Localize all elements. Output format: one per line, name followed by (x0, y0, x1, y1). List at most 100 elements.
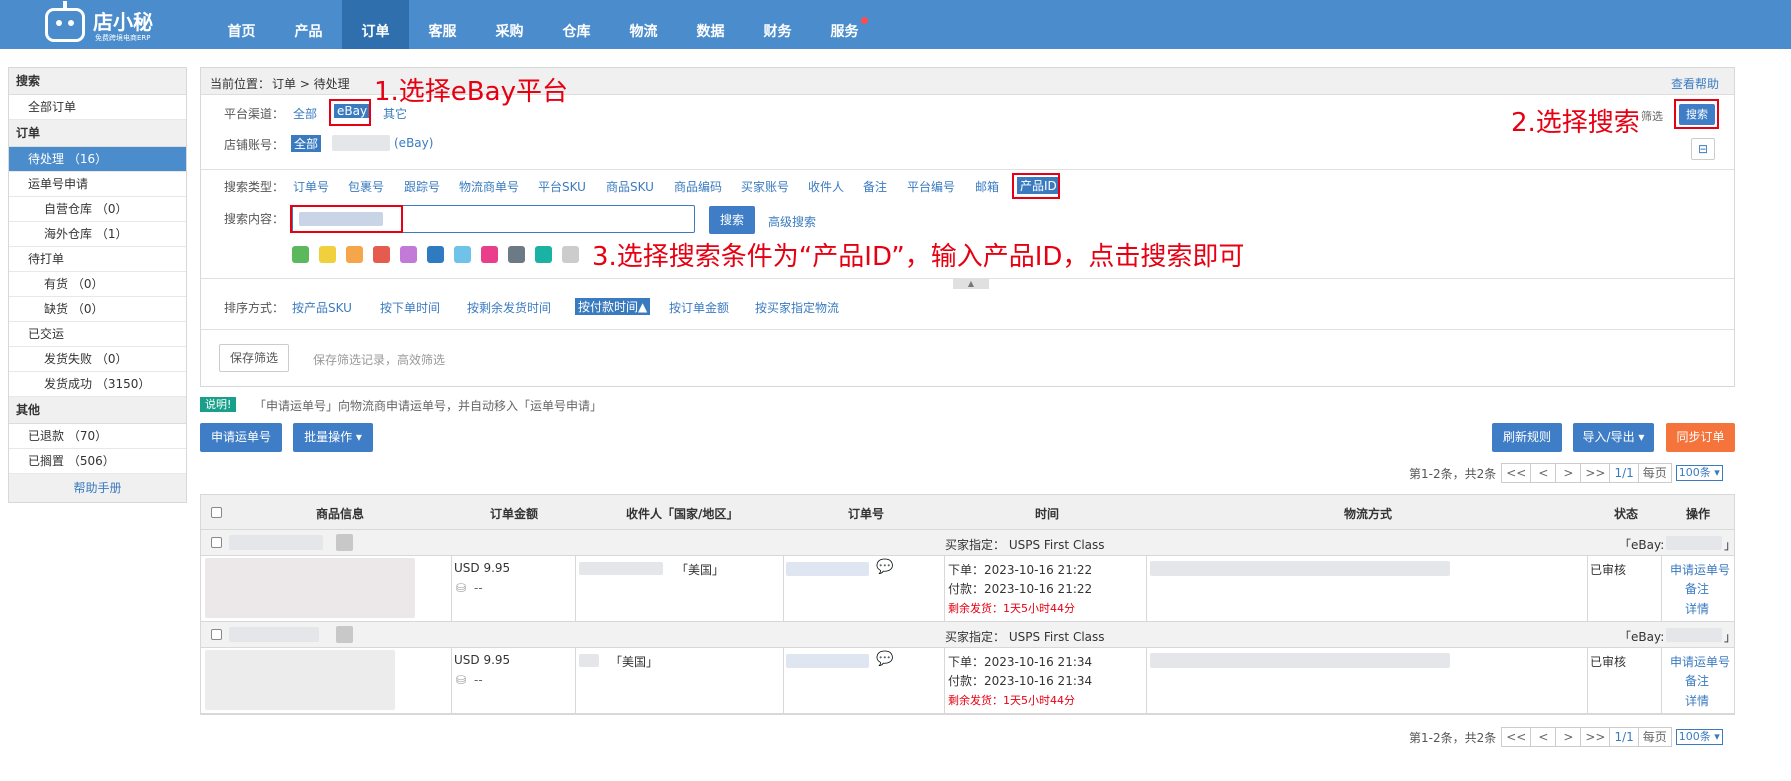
search-type-package-no[interactable]: 包裹号 (348, 178, 384, 195)
color-tag-teal[interactable] (535, 246, 552, 263)
search-type-order-no[interactable]: 订单号 (293, 178, 329, 195)
sidebar-item-in-stock[interactable]: 有货 （0） (9, 272, 186, 297)
search-type-platform-id[interactable]: 平台编号 (907, 178, 955, 195)
sort-by-order-time[interactable]: 按下单时间 (380, 299, 440, 316)
sidebar-item-overseas-warehouse[interactable]: 海外仓库 （1） (9, 222, 186, 247)
pager-first[interactable]: << (1501, 727, 1532, 747)
shop-all[interactable]: 全部 (291, 135, 322, 152)
pager-last[interactable]: >> (1580, 463, 1611, 483)
sort-by-amount[interactable]: 按订单金额 (669, 299, 729, 316)
search-type-carrier-no[interactable]: 物流商单号 (459, 178, 519, 195)
advanced-search-link[interactable]: 高级搜索 (768, 213, 816, 230)
nav-finance[interactable]: 财务 (744, 0, 811, 49)
pager-next[interactable]: > (1555, 727, 1582, 747)
nav-orders[interactable]: 订单 (342, 0, 409, 49)
nav-home[interactable]: 首页 (208, 0, 275, 49)
nav-logistics[interactable]: 物流 (610, 0, 677, 49)
nav-warehouse[interactable]: 仓库 (543, 0, 610, 49)
batch-operation-button[interactable]: 批量操作 ▾ (293, 423, 373, 452)
pager-next[interactable]: > (1555, 463, 1582, 483)
pager-prev[interactable]: < (1530, 463, 1557, 483)
order-checkbox[interactable] (211, 537, 222, 548)
search-type-product-sku[interactable]: 商品SKU (606, 178, 654, 195)
search-button[interactable]: 搜索 (709, 206, 755, 234)
search-type-platform-sku[interactable]: 平台SKU (538, 178, 586, 195)
color-tag-blue[interactable] (427, 246, 444, 263)
pager-last[interactable]: >> (1580, 727, 1611, 747)
order-id-redacted (229, 627, 319, 642)
nav-data[interactable]: 数据 (677, 0, 744, 49)
select-all-checkbox[interactable] (211, 507, 222, 518)
order-no-redacted[interactable] (786, 562, 869, 576)
color-tag-red[interactable] (373, 246, 390, 263)
sidebar-item-on-hold[interactable]: 已搁置 （506） (9, 449, 186, 474)
sidebar-item-own-warehouse[interactable]: 自营仓库 （0） (9, 197, 186, 222)
sort-by-remaining-time[interactable]: 按剩余发货时间 (467, 299, 551, 316)
sync-orders-button[interactable]: 同步订单 (1666, 423, 1735, 452)
sidebar-item-waybill-apply[interactable]: 运单号申请 (9, 172, 186, 197)
color-tag-pink[interactable] (481, 246, 498, 263)
notice-badge: 说明! (200, 397, 237, 412)
apply-waybill-button[interactable]: 申请运单号 (200, 423, 282, 452)
search-type-product-code[interactable]: 商品编码 (674, 178, 722, 195)
color-tag-orange[interactable] (346, 246, 363, 263)
sort-by-buyer-logistics[interactable]: 按买家指定物流 (755, 299, 839, 316)
nav-products[interactable]: 产品 (275, 0, 342, 49)
sidebar-help-link[interactable]: 帮助手册 (9, 474, 186, 502)
copy-icon[interactable] (336, 626, 353, 643)
per-page-select[interactable]: 100条 ▾ (1675, 729, 1723, 745)
pager-prev[interactable]: < (1530, 727, 1557, 747)
sidebar-item-refunded[interactable]: 已退款 （70） (9, 424, 186, 449)
color-tag-light-gray[interactable] (562, 246, 579, 263)
color-tag-yellow[interactable] (319, 246, 336, 263)
sort-by-sku[interactable]: 按产品SKU (292, 299, 352, 316)
collapse-toggle-icon[interactable]: ▲ (953, 278, 989, 289)
sort-by-pay-time[interactable]: 按付款时间▲ (575, 298, 651, 315)
per-page-select[interactable]: 100条 ▾ (1675, 465, 1723, 481)
notice-text: 「申请运单号」向物流商申请运单号，并自动移入「运单号申请」 (254, 399, 603, 413)
order-time: 下单：2023-10-16 21:22 (948, 563, 1093, 577)
sidebar-item-pending[interactable]: 待处理 （16） (9, 147, 186, 172)
copy-icon[interactable] (336, 534, 353, 551)
product-image-redacted[interactable] (205, 650, 395, 710)
save-filter-button[interactable]: 保存筛选 (219, 344, 289, 372)
sidebar-item-all-orders[interactable]: 全部订单 (9, 95, 186, 120)
pager-first[interactable]: << (1501, 463, 1532, 483)
remark-link[interactable]: 备注 (1685, 672, 1709, 689)
detail-link[interactable]: 详情 (1685, 692, 1709, 709)
buyer-logistics: 买家指定： USPS First Class (945, 538, 1105, 552)
sidebar-item-ship-failed[interactable]: 发货失败 （0） (9, 347, 186, 372)
apply-waybill-link[interactable]: 申请运单号 (1670, 653, 1730, 670)
detail-link[interactable]: 详情 (1685, 600, 1709, 617)
import-export-button[interactable]: 导入/导出 ▾ (1573, 423, 1654, 452)
nav-purchase[interactable]: 采购 (476, 0, 543, 49)
product-image-redacted[interactable] (205, 558, 415, 618)
search-type-email[interactable]: 邮箱 (975, 178, 999, 195)
order-no-redacted[interactable] (786, 654, 869, 668)
search-type-recipient[interactable]: 收件人 (808, 178, 844, 195)
sidebar-item-out-of-stock[interactable]: 缺货 （0） (9, 297, 186, 322)
help-link[interactable]: 查看帮助 (1671, 75, 1719, 92)
refresh-rules-button[interactable]: 刷新规则 (1492, 423, 1562, 452)
sidebar-item-to-print[interactable]: 待打单 (9, 247, 186, 272)
sidebar-item-ship-success[interactable]: 发货成功 （3150） (9, 372, 186, 397)
message-icon[interactable]: 💬 (876, 651, 893, 667)
nav-services[interactable]: 服务 (811, 0, 878, 49)
apply-waybill-link[interactable]: 申请运单号 (1670, 561, 1730, 578)
sidebar-item-shipped[interactable]: 已交运 (9, 322, 186, 347)
color-tag-purple[interactable] (400, 246, 417, 263)
search-type-buyer-account[interactable]: 买家账号 (741, 178, 789, 195)
color-tag-gray[interactable] (508, 246, 525, 263)
color-tag-green[interactable] (292, 246, 309, 263)
nav-service[interactable]: 客服 (409, 0, 476, 49)
logo[interactable]: 店小秘 免费跨境电商ERP (45, 1, 165, 44)
color-tag-light-blue[interactable] (454, 246, 471, 263)
remark-link[interactable]: 备注 (1685, 580, 1709, 597)
search-type-remark[interactable]: 备注 (863, 178, 887, 195)
search-type-tracking-no[interactable]: 跟踪号 (404, 178, 440, 195)
message-icon[interactable]: 💬 (876, 559, 893, 575)
filter-button[interactable]: 筛选 (1641, 108, 1663, 124)
order-checkbox[interactable] (211, 629, 222, 640)
collapse-icon[interactable]: ⊟ (1691, 138, 1715, 160)
platform-all[interactable]: 全部 (293, 105, 317, 122)
